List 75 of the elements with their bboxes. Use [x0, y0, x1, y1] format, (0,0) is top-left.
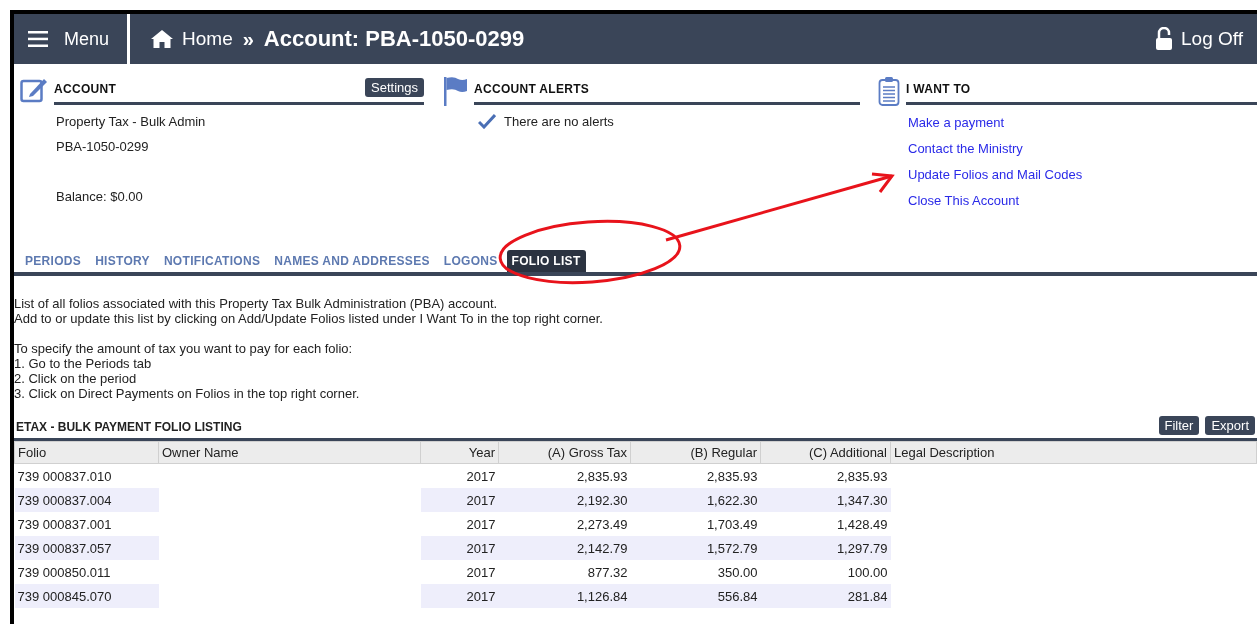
column-header[interactable]: (C) Additional	[760, 441, 891, 464]
logoff-link[interactable]: Log Off	[1155, 14, 1257, 64]
column-header[interactable]: (B) Regular	[630, 441, 761, 464]
home-link[interactable]: Home	[150, 28, 233, 50]
table-cell: 556.84	[630, 584, 761, 608]
breadcrumb-separator: »	[242, 27, 254, 51]
table-cell: 739 000837.010	[14, 463, 159, 488]
table-cell: 2,835.93	[498, 463, 631, 488]
action-link[interactable]: Update Folios and Mail Codes	[908, 167, 1083, 183]
table-cell: 2,192.30	[498, 488, 631, 512]
column-header[interactable]: Folio	[14, 441, 159, 464]
i-want-to-heading: I WANT TO	[906, 82, 971, 96]
table-button[interactable]: Export	[1205, 416, 1255, 435]
table-cell: 1,347.30	[760, 488, 891, 512]
table-cell: 1,126.84	[498, 584, 631, 608]
table-cell: 2017	[420, 488, 499, 512]
tab[interactable]: NOTIFICATIONS	[158, 250, 266, 272]
account-detail: PBA-1050-0299	[56, 139, 150, 155]
table-cell: 1,428.49	[760, 512, 891, 536]
table-cell: 1,297.79	[760, 536, 891, 560]
balance-text: Balance: $0.00	[56, 189, 144, 205]
column-header[interactable]: (A) Gross Tax	[498, 441, 631, 464]
table-cell: 2017	[420, 560, 499, 584]
table-cell: 739 000850.011	[14, 560, 159, 584]
tab[interactable]: PERIODS	[20, 250, 87, 272]
table-cell: 2,835.93	[630, 463, 761, 488]
settings-button[interactable]: Settings	[365, 78, 424, 97]
flag-icon	[442, 76, 468, 106]
action-link[interactable]: Close This Account	[908, 193, 1020, 209]
menu-icon	[28, 31, 48, 47]
intro-text: List of all folios associated with this Property Tax Bulk Administration (PBA) account.	[14, 296, 498, 311]
table-cell: 877.32	[498, 560, 631, 584]
tab[interactable]: LOGONS	[438, 250, 503, 272]
table-cell: 2,835.93	[760, 463, 891, 488]
table-cell: 2017	[420, 584, 499, 608]
table-cell: 739 000837.057	[14, 536, 159, 560]
edit-icon	[20, 76, 48, 104]
table-button[interactable]: Filter	[1158, 416, 1200, 435]
tab[interactable]: NAMES AND ADDRESSES	[269, 250, 435, 272]
table-cell: 1,703.49	[630, 512, 761, 536]
tab[interactable]: HISTORY	[90, 250, 155, 272]
menu-button[interactable]: Menu	[14, 14, 131, 64]
table-cell: 2017	[420, 512, 499, 536]
alerts-heading: ACCOUNT ALERTS	[474, 82, 590, 96]
lock-icon	[1155, 27, 1173, 51]
instruction-text: To specify the amount of tax you want to pay for each folio:	[14, 341, 353, 356]
table-cell: 2,273.49	[498, 512, 631, 536]
column-header[interactable]: Owner Name	[158, 441, 421, 464]
account-detail: Property Tax - Bulk Admin	[56, 114, 207, 130]
table-cell: 739 000845.070	[14, 584, 159, 608]
intro-text: Add to or update this list by clicking on Add/Update Folios listed under I Want To in the top right corner.	[14, 311, 603, 326]
action-link[interactable]: Make a payment	[908, 115, 1005, 131]
table-cell: 281.84	[760, 584, 891, 608]
check-icon	[478, 114, 496, 129]
table-cell: 1,572.79	[630, 536, 761, 560]
table-cell: 350.00	[630, 560, 761, 584]
table-cell: 739 000837.004	[14, 488, 159, 512]
instruction-text: 1. Go to the Periods tab	[14, 356, 152, 371]
instruction-text: 3. Click on Direct Payments on Folios in the top right corner.	[14, 386, 360, 401]
tab[interactable]: FOLIO LIST	[506, 250, 586, 272]
home-icon	[150, 29, 175, 49]
table-cell: 2017	[420, 536, 499, 560]
clipboard-icon	[878, 76, 900, 106]
page-title: Account: PBA-1050-0299	[263, 26, 525, 52]
table-cell: 100.00	[760, 560, 891, 584]
alert-message: There are no alerts	[504, 114, 614, 129]
column-header[interactable]: Year	[420, 441, 499, 464]
table-cell: 739 000837.001	[14, 512, 159, 536]
column-header[interactable]: Legal Description	[890, 441, 1257, 464]
instruction-text: 2. Click on the period	[14, 371, 137, 386]
table-cell: 2,142.79	[498, 536, 631, 560]
table-cell: 1,622.30	[630, 488, 761, 512]
account-heading: ACCOUNT	[54, 82, 117, 96]
action-link[interactable]: Contact the Ministry	[908, 141, 1023, 157]
table-title: ETAX - BULK PAYMENT FOLIO LISTING	[16, 420, 242, 434]
